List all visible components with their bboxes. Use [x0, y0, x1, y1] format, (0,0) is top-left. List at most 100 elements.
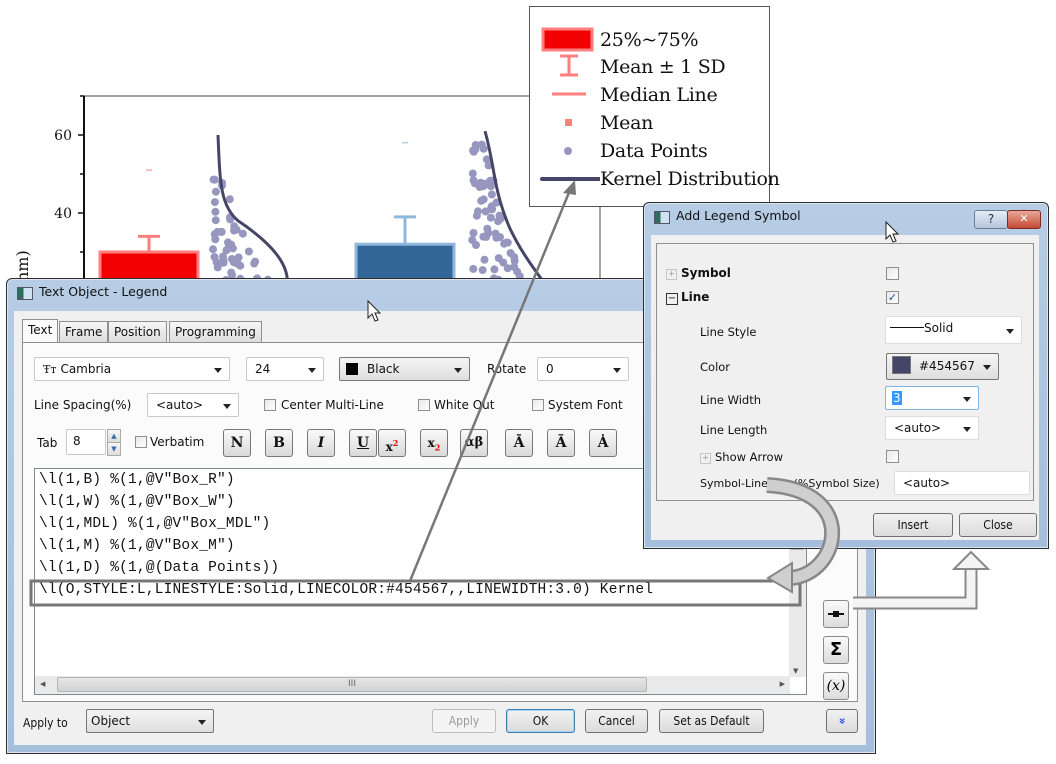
insert-sum-button[interactable]: Σ [823, 636, 849, 664]
help-button[interactable]: ? [974, 210, 1008, 229]
chevron-down-icon [963, 427, 971, 432]
bold-button[interactable]: B [265, 429, 293, 457]
line-width-select[interactable]: 3 [885, 386, 979, 410]
line-color-select[interactable]: #454567 [886, 353, 999, 380]
chart-legend[interactable]: 25%~75% Mean ± 1 SD Median Line Mean Dat… [529, 6, 780, 207]
line-checkbox[interactable]: ✓ [886, 291, 899, 304]
scroll-down-icon[interactable]: ▼ [793, 667, 798, 675]
set-as-default-button[interactable]: Set as Default [659, 709, 764, 733]
scroll-left-icon[interactable]: ◀ [40, 680, 45, 688]
tab-position[interactable]: Position [108, 321, 167, 342]
scroll-right-icon[interactable]: ▶ [780, 680, 785, 688]
verbatim-checkbox[interactable] [135, 436, 147, 448]
chevron-down-icon [454, 368, 462, 373]
show-arrow-checkbox[interactable] [886, 450, 899, 463]
line-spacing-select[interactable]: <auto> [147, 393, 239, 417]
data-point [494, 254, 503, 263]
legend-points-symbol [564, 147, 572, 155]
data-point [487, 190, 496, 199]
normal-button[interactable]: N [223, 429, 251, 457]
horizontal-scrollbar[interactable]: ◀ III ▶ [35, 676, 790, 694]
double-chevron-down-icon: » [834, 717, 849, 725]
ok-button[interactable]: OK [506, 709, 575, 733]
chevron-down-icon [963, 397, 971, 402]
system-font-checkbox[interactable] [532, 399, 544, 411]
tab-width-stepper[interactable]: ▲ ▼ [107, 429, 121, 456]
subscript-button[interactable]: x2 [420, 429, 448, 457]
greek-button[interactable]: αβ [460, 429, 488, 457]
legend-entry-kernel: Kernel Distribution [530, 165, 780, 193]
center-multiline-checkbox[interactable] [264, 399, 276, 411]
legend-label: Median Line [600, 84, 718, 106]
superscript-button[interactable]: x2 [378, 429, 406, 457]
close-icon[interactable]: ✕ [1007, 210, 1041, 229]
show-arrow-label: Show Arrow [715, 450, 783, 464]
white-out-checkbox[interactable] [418, 399, 430, 411]
color-swatch [346, 363, 358, 375]
legend-entry-median: Median Line [530, 81, 769, 109]
subscript-icon: x2 [427, 436, 441, 453]
scrollbar-thumb[interactable]: III [57, 677, 647, 692]
italic-button[interactable]: I [307, 429, 335, 457]
insert-variable-button[interactable]: (x) [823, 672, 849, 700]
line-style-value: Solid [924, 321, 954, 335]
data-point [478, 266, 487, 275]
tab-text[interactable]: Text [22, 319, 59, 342]
legend-label: Mean [600, 112, 654, 134]
add-legend-symbol-button[interactable] [823, 600, 849, 628]
apply-button[interactable]: Apply [432, 709, 496, 733]
expand-button[interactable]: » [826, 709, 858, 733]
chevron-down-icon [214, 368, 222, 373]
insert-button[interactable]: Insert [873, 513, 953, 537]
line-length-label: Line Length [700, 423, 768, 437]
expand-symbol-icon[interactable]: + [666, 269, 677, 280]
stepper-up-icon[interactable]: ▲ [107, 429, 121, 443]
title-bar[interactable]: Add Legend Symbol ? ✕ [644, 203, 1048, 231]
color-swatch [892, 356, 911, 374]
dot-accent-button[interactable]: Ȧ [589, 429, 617, 457]
font-select[interactable]: Ŧт Cambria [34, 357, 230, 381]
underline-button[interactable]: U [349, 429, 377, 457]
color-label: Color [700, 360, 731, 374]
solid-line-preview [890, 327, 924, 328]
data-point [227, 240, 236, 249]
tab-width-input[interactable]: 8 [66, 429, 106, 455]
symbol-line-gap-input[interactable]: <auto> [894, 471, 1030, 495]
line-style-select[interactable]: Solid [885, 316, 1022, 344]
apply-to-select[interactable]: Object [86, 709, 214, 733]
overbar-button[interactable]: Ā [505, 429, 533, 457]
verbatim-label: Verbatim [150, 435, 205, 449]
rotate-select[interactable]: 0 [537, 357, 629, 381]
collapse-line-icon[interactable]: − [666, 293, 678, 305]
data-point [217, 227, 226, 236]
data-point [209, 245, 217, 254]
tilde-button[interactable]: Ã [547, 429, 575, 457]
legend-label: 25%~75% [600, 29, 699, 51]
data-point [486, 213, 495, 222]
dialog-body: + Symbol − Line ✓ Line Style Solid Color… [651, 235, 1039, 540]
symbol-line-gap-value: <auto> [903, 476, 951, 490]
line-width-value: 3 [892, 391, 902, 405]
tab-frame[interactable]: Frame [59, 321, 109, 342]
font-color-select[interactable]: Black [339, 357, 470, 381]
legend-kernel-symbol [540, 177, 600, 181]
add-legend-symbol-dialog: Add Legend Symbol ? ✕ + Symbol − Line ✓ … [643, 202, 1049, 549]
close-button[interactable]: Close [959, 513, 1037, 537]
data-point [211, 207, 220, 216]
tab-programming[interactable]: Programming [169, 321, 262, 342]
data-point [494, 217, 503, 226]
data-point [503, 238, 512, 247]
data-point [477, 196, 486, 205]
expand-show-arrow-icon[interactable]: + [700, 453, 711, 464]
chevron-down-icon [983, 365, 991, 370]
legend-entry-mean: Mean [530, 109, 769, 137]
stepper-down-icon[interactable]: ▼ [107, 443, 121, 456]
tab-width-label: Tab [37, 436, 58, 450]
line-length-select[interactable]: <auto> [885, 416, 979, 440]
symbol-checkbox[interactable] [886, 267, 899, 280]
font-value: Cambria [60, 362, 112, 376]
cancel-button[interactable]: Cancel [585, 709, 648, 733]
legend-median-symbol [552, 92, 586, 96]
font-size-select[interactable]: 24 [246, 357, 324, 381]
format-toolbar: N B I U x2 x2 αβ Ā Ã Ȧ [223, 429, 633, 457]
